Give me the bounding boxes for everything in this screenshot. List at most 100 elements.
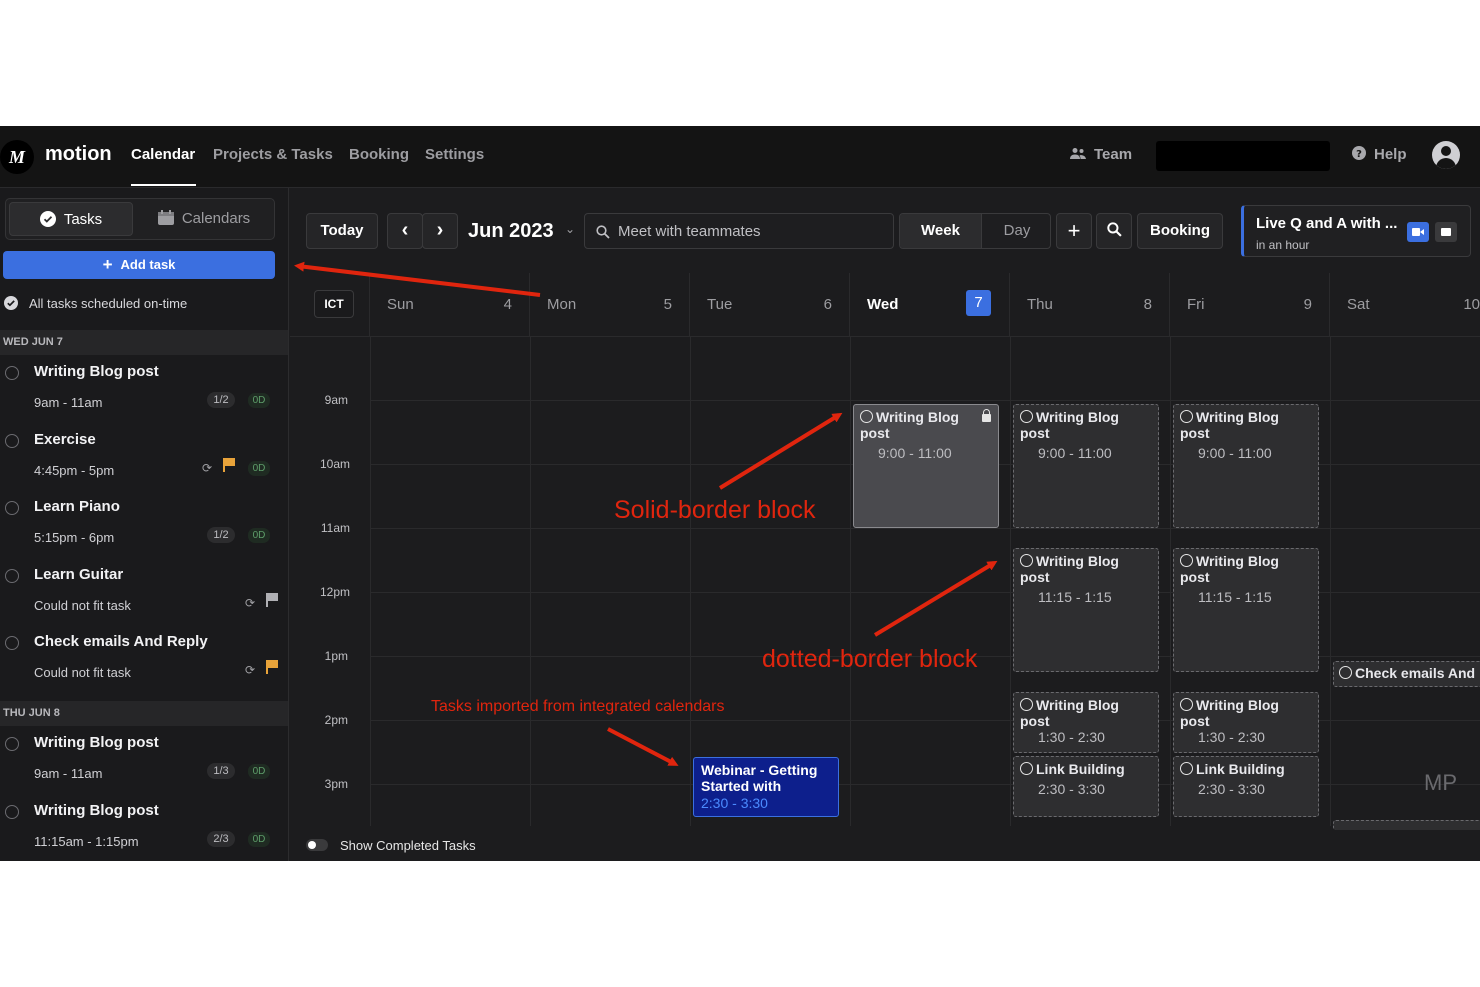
task-deadline-badge: 0D — [248, 764, 270, 779]
task-check-icon — [1020, 762, 1033, 775]
team-button[interactable]: Team — [1070, 146, 1132, 163]
day-header-thu[interactable]: Thu 8 — [1010, 273, 1170, 337]
day-name: Sat — [1347, 296, 1370, 313]
imported-calendar-event[interactable]: Webinar - Getting Started with 2:30 - 3:… — [693, 757, 839, 817]
task-check-icon[interactable] — [5, 366, 19, 380]
day-name: Sun — [387, 296, 414, 313]
help-button[interactable]: ? Help — [1352, 146, 1407, 163]
task-item[interactable]: Writing Blog post 9am - 11am 1/2 0D — [0, 355, 288, 422]
user-avatar-icon[interactable] — [1432, 141, 1460, 169]
add-event-button[interactable]: + — [1056, 213, 1092, 249]
calendar-event[interactable]: Check emails And — [1333, 661, 1480, 687]
event-time: 9:00 - 11:00 — [1198, 445, 1272, 461]
task-check-icon — [1339, 666, 1352, 679]
hour-label: 9am — [324, 393, 348, 407]
show-completed-toggle[interactable] — [306, 839, 328, 851]
column-divider — [1010, 337, 1011, 826]
event-time: 11:15 - 1:15 — [1038, 589, 1112, 605]
day-header-wed[interactable]: Wed 7 — [850, 273, 1010, 337]
priority-flag-icon — [266, 593, 278, 607]
task-item[interactable]: Writing Blog post 11:15am - 1:15pm 2/3 0… — [0, 794, 288, 861]
next-week-button[interactable]: › — [422, 213, 458, 249]
calendar-event[interactable]: Writing Blog post 11:15 - 1:15 — [1173, 548, 1319, 672]
top-nav-bar: M motion Calendar Projects & Tasks Booki… — [0, 126, 1480, 188]
week-view-button[interactable]: Week — [900, 214, 982, 248]
calendar-event[interactable]: Link Building 2:30 - 3:30 — [1173, 756, 1319, 817]
month-selector[interactable]: Jun 2023 — [468, 220, 554, 243]
task-check-icon[interactable] — [5, 737, 19, 751]
column-divider — [1330, 337, 1331, 826]
day-header-mon[interactable]: Mon 5 — [530, 273, 690, 337]
task-check-icon — [860, 410, 873, 423]
day-header-fri[interactable]: Fri 9 — [1170, 273, 1330, 337]
help-label: Help — [1374, 146, 1407, 163]
task-time: 11:15am - 1:15pm — [34, 834, 139, 849]
column-divider — [530, 337, 531, 826]
task-deadline-badge: 0D — [248, 461, 270, 476]
timezone-badge[interactable]: ICT — [314, 290, 354, 318]
add-task-button[interactable]: + Add task — [3, 251, 275, 279]
tab-tasks[interactable]: Tasks — [9, 202, 133, 236]
search-input[interactable]: Meet with teammates — [584, 213, 894, 249]
today-button[interactable]: Today — [306, 213, 378, 249]
task-check-icon — [1020, 554, 1033, 567]
calendar-event[interactable]: Writing Blog post 9:00 - 11:00 — [1013, 404, 1159, 528]
task-check-icon[interactable] — [5, 434, 19, 448]
task-check-icon[interactable] — [5, 805, 19, 819]
calendar-event[interactable]: Link Building 2:30 - 3:30 — [1013, 756, 1159, 817]
task-item[interactable]: Exercise 4:45pm - 5pm ⟳ 0D — [0, 423, 288, 490]
task-item[interactable]: Writing Blog post 9am - 11am 1/3 0D — [0, 726, 288, 793]
calendar-event[interactable]: Writing Blog post 9:00 - 11:00 — [1173, 404, 1319, 528]
tab-calendars[interactable]: Calendars — [136, 202, 272, 236]
upcoming-meeting-time: in an hour — [1256, 238, 1310, 252]
team-label: Team — [1094, 146, 1133, 163]
task-time: 5:15pm - 6pm — [34, 530, 115, 545]
event-title: Writing Blog post — [1020, 553, 1119, 585]
day-header-sat[interactable]: Sat 10 — [1330, 273, 1480, 337]
calendar-event-locked[interactable]: Writing Blog post 9:00 - 11:00 — [853, 404, 999, 528]
day-view-button[interactable]: Day — [982, 214, 1050, 248]
task-title: Learn Piano — [34, 498, 120, 515]
task-item[interactable]: Check emails And Reply Could not fit tas… — [0, 625, 288, 692]
event-time: 2:30 - 3:30 — [701, 795, 768, 811]
task-check-icon[interactable] — [5, 501, 19, 515]
nav-projects-tasks[interactable]: Projects & Tasks — [213, 146, 333, 163]
day-number: 4 — [503, 296, 512, 313]
search-icon — [1106, 222, 1122, 237]
task-time: 9am - 11am — [34, 395, 103, 410]
video-call-icon[interactable] — [1407, 222, 1429, 242]
task-check-icon — [1180, 698, 1193, 711]
motion-logo-icon[interactable]: M — [0, 140, 34, 174]
brand-name: motion — [45, 143, 112, 165]
task-time: Could not fit task — [34, 598, 131, 613]
nav-calendar[interactable]: Calendar — [131, 146, 195, 163]
search-button[interactable] — [1096, 213, 1132, 249]
nav-booking[interactable]: Booking — [349, 146, 409, 163]
chevron-left-icon: ‹ — [401, 219, 409, 241]
hour-line — [370, 528, 1480, 529]
calendar-event[interactable]: Writing Blog post 11:15 - 1:15 — [1013, 548, 1159, 672]
repeat-icon: ⟳ — [202, 461, 213, 475]
booking-button[interactable]: Booking — [1137, 213, 1223, 249]
day-header-tue[interactable]: Tue 6 — [690, 273, 850, 337]
task-check-icon[interactable] — [5, 636, 19, 650]
mail-icon[interactable] — [1435, 222, 1457, 242]
task-item[interactable]: Learn Guitar Could not fit task ⟳ — [0, 558, 288, 625]
day-header-sun[interactable]: Sun 4 — [370, 273, 530, 337]
event-time: 9:00 - 11:00 — [1038, 445, 1112, 461]
week-calendar-grid: ICT Sun 4 Mon 5 Tue 6 Wed 7 Thu 8 Fri 9 Sat 10 — [290, 273, 1480, 830]
calendar-event[interactable]: Writing Blog post 1:30 - 2:30 — [1173, 692, 1319, 753]
task-check-icon[interactable] — [5, 569, 19, 583]
tab-calendars-label: Calendars — [181, 210, 251, 227]
calendar-event[interactable]: Writing Blog post 1:30 - 2:30 — [1013, 692, 1159, 753]
task-title: Learn Guitar — [34, 566, 124, 583]
prev-week-button[interactable]: ‹ — [387, 213, 423, 249]
nav-settings[interactable]: Settings — [425, 146, 484, 163]
task-item[interactable]: Learn Piano 5:15pm - 6pm 1/2 0D — [0, 490, 288, 557]
help-icon: ? — [1352, 146, 1366, 160]
search-value: Meet with teammates — [618, 223, 761, 240]
schedule-status: All tasks scheduled on-time — [4, 296, 187, 311]
upcoming-meeting-card[interactable]: Live Q and A with ... in an hour — [1241, 205, 1471, 257]
task-deadline-badge: 0D — [248, 393, 270, 408]
chevron-down-icon[interactable]: ⌄ — [565, 222, 575, 236]
